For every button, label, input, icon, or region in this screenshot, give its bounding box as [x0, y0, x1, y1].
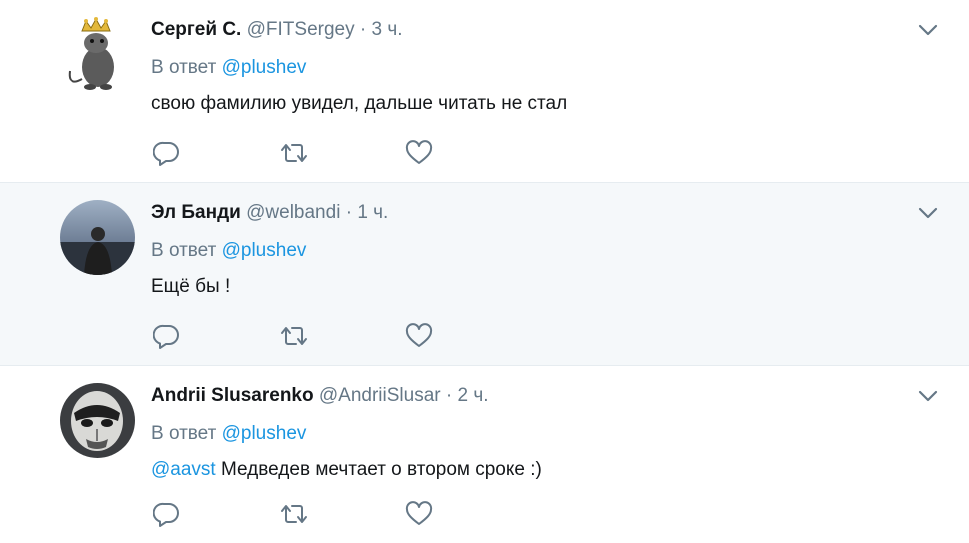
- reply-button[interactable]: [153, 323, 279, 349]
- separator: ·: [359, 19, 367, 40]
- tweet-actions: [153, 140, 531, 166]
- retweet-button[interactable]: [279, 323, 405, 349]
- reply-prefix: В ответ: [151, 423, 217, 444]
- author-name[interactable]: Сергей С.: [151, 19, 241, 40]
- tweet-text: @aavst Медведев мечтает о втором сроке :…: [151, 457, 909, 483]
- tweet[interactable]: Andrii Slusarenko @AndriiSlusar · 2 ч. В…: [0, 366, 969, 543]
- reply-button[interactable]: [153, 501, 279, 527]
- tweet-text: свою фамилию увидел, дальше читать не ст…: [151, 91, 909, 117]
- avatar[interactable]: [60, 200, 135, 275]
- retweet-icon: [281, 144, 307, 162]
- tweet[interactable]: Сергей С. @FITSergey · 3 ч. В ответ @plu…: [0, 0, 969, 183]
- reply-to-link[interactable]: @plushev: [222, 240, 307, 261]
- tweet-text-body: Медведев мечтает о втором сроке :): [215, 459, 542, 480]
- author-name[interactable]: Andrii Slusarenko: [151, 385, 314, 406]
- timestamp[interactable]: 2 ч.: [458, 385, 489, 406]
- tweet-content: Andrii Slusarenko @AndriiSlusar · 2 ч. В…: [151, 383, 909, 483]
- reply-context: В ответ @plushev: [151, 421, 909, 447]
- tweet-actions: [153, 501, 531, 527]
- author-handle[interactable]: @welbandi: [246, 202, 340, 223]
- timestamp[interactable]: 1 ч.: [357, 202, 388, 223]
- author-handle[interactable]: @AndriiSlusar: [319, 385, 441, 406]
- author-handle[interactable]: @FITSergey: [247, 19, 355, 40]
- tweet-text-body: Ещё бы !: [151, 276, 231, 297]
- like-icon: [405, 323, 433, 347]
- tweet-content: Сергей С. @FITSergey · 3 ч. В ответ @plu…: [151, 17, 909, 117]
- reply-prefix: В ответ: [151, 240, 217, 261]
- reply-to-link[interactable]: @plushev: [222, 423, 307, 444]
- avatar[interactable]: [60, 17, 135, 92]
- tweet-actions: [153, 323, 531, 349]
- separator: ·: [445, 385, 453, 406]
- retweet-button[interactable]: [279, 501, 405, 527]
- reply-context: В ответ @plushev: [151, 55, 909, 81]
- tweet-content: Эл Банди @welbandi · 1 ч. В ответ @plush…: [151, 200, 909, 300]
- retweet-icon: [281, 327, 307, 345]
- reply-context: В ответ @plushev: [151, 238, 909, 264]
- like-button[interactable]: [405, 323, 531, 349]
- tweet-text: Ещё бы !: [151, 274, 909, 300]
- reply-icon: [153, 324, 179, 349]
- chevron-down-icon[interactable]: [917, 388, 939, 404]
- like-button[interactable]: [405, 140, 531, 166]
- like-button[interactable]: [405, 501, 531, 527]
- retweet-button[interactable]: [279, 140, 405, 166]
- timestamp[interactable]: 3 ч.: [372, 19, 403, 40]
- retweet-icon: [281, 505, 307, 523]
- tweet-header: Сергей С. @FITSergey · 3 ч.: [151, 17, 909, 43]
- reply-prefix: В ответ: [151, 57, 217, 78]
- author-name[interactable]: Эл Банди: [151, 202, 241, 223]
- separator: ·: [345, 202, 353, 223]
- reply-button[interactable]: [153, 140, 279, 166]
- like-icon: [405, 501, 433, 525]
- mention-link[interactable]: @aavst: [151, 459, 216, 480]
- tweet-text-body: свою фамилию увидел, дальше читать не ст…: [151, 93, 568, 114]
- tweet-header: Andrii Slusarenko @AndriiSlusar · 2 ч.: [151, 383, 909, 409]
- chevron-down-icon[interactable]: [917, 22, 939, 38]
- avatar[interactable]: [60, 383, 135, 458]
- chevron-down-icon[interactable]: [917, 205, 939, 221]
- reply-icon: [153, 502, 179, 527]
- like-icon: [405, 140, 433, 164]
- tweet-header: Эл Банди @welbandi · 1 ч.: [151, 200, 909, 226]
- reply-to-link[interactable]: @plushev: [222, 57, 307, 78]
- reply-icon: [153, 141, 179, 166]
- tweet[interactable]: Эл Банди @welbandi · 1 ч. В ответ @plush…: [0, 183, 969, 366]
